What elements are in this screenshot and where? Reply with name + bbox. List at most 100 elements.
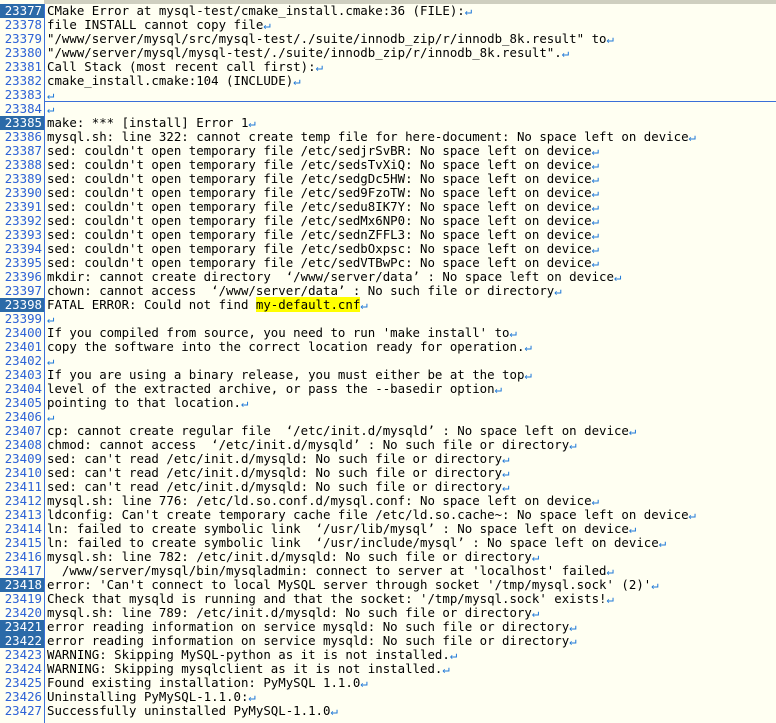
line-number: 23386 — [4, 129, 42, 144]
eol-mark-icon: ↵ — [606, 591, 614, 606]
eol-mark-icon: ↵ — [330, 703, 338, 718]
line-text: mysql.sh: line 789: /etc/init.d/mysqld: … — [47, 605, 540, 620]
line-text: If you compiled from source, you need to… — [47, 325, 517, 340]
editor-line[interactable]: 23419 Check that mysqld is running and th… — [0, 592, 776, 606]
eol-mark-icon: ↵ — [494, 381, 503, 396]
editor-line[interactable]: 23391 sed: couldn't open temporary file /… — [0, 200, 776, 214]
editor-line[interactable]: 23417 /www/server/mysql/bin/mysqladmin: … — [0, 564, 776, 578]
editor-line[interactable]: 23380 "/www/server/mysql/mysql-test/./sui… — [0, 46, 776, 60]
eol-mark-icon: ↵ — [47, 87, 55, 102]
editor-line[interactable]: 23399 ↵ — [0, 312, 776, 326]
eol-mark-icon: ↵ — [47, 353, 55, 368]
line-number: 23396 — [4, 269, 42, 284]
editor-line[interactable]: 23398 FATAL ERROR: Could not find my-defa… — [0, 297, 776, 312]
eol-mark-icon: ↵ — [628, 423, 637, 438]
eol-mark-icon: ↵ — [606, 563, 614, 578]
editor-line[interactable]: 23401 copy the software into the correct … — [0, 340, 776, 354]
line-number: 23410 — [4, 465, 42, 480]
eol-mark-icon: ↵ — [591, 213, 600, 228]
editor-line[interactable]: 23408 chmod: cannot access ‘/etc/init.d/m… — [0, 438, 776, 452]
line-number: 23401 — [4, 339, 42, 354]
editor-line[interactable]: 23409 sed: can't read /etc/init.d/mysqld:… — [0, 452, 776, 466]
line-number: 23422 — [0, 634, 44, 648]
editor-line[interactable]: 23386 mysql.sh: line 322: cannot create t… — [0, 130, 776, 144]
line-text: Check that mysqld is running and that th… — [47, 591, 614, 606]
line-number: 23393 — [4, 227, 42, 242]
editor-line[interactable]: 23387 sed: couldn't open temporary file /… — [0, 144, 776, 158]
editor-line[interactable]: 23382 cmake_install.cmake:104 (INCLUDE)↵ — [0, 74, 776, 88]
line-number: 23419 — [4, 591, 42, 606]
editor-line[interactable]: 23388 sed: couldn't open temporary file /… — [0, 158, 776, 172]
editor-line[interactable]: 23384 ↵ — [0, 102, 776, 116]
editor-line[interactable]: 23411 sed: can't read /etc/init.d/mysqld:… — [0, 480, 776, 494]
editor-line[interactable]: 23425 Found existing installation: PyMySQ… — [0, 676, 776, 690]
line-number: 23381 — [4, 59, 42, 74]
editor-line[interactable]: 23403 If you are using a binary release, … — [0, 368, 776, 382]
line-text: make: *** [install] Error 1↵ — [47, 115, 256, 130]
eol-mark-icon: ↵ — [360, 297, 368, 312]
editor-line[interactable]: 23378 file INSTALL cannot copy file↵ — [0, 18, 776, 32]
editor-line[interactable]: 23423 WARNING: Skipping MySQL-python as i… — [0, 648, 776, 662]
eol-mark-icon: ↵ — [591, 241, 600, 256]
editor-line[interactable]: 23390 sed: couldn't open temporary file /… — [0, 186, 776, 200]
editor-line[interactable]: 23389 sed: couldn't open temporary file /… — [0, 172, 776, 186]
editor-line[interactable]: 23426 Uninstalling PyMySQL-1.1.0:↵ — [0, 690, 776, 704]
line-text: ↵ — [47, 354, 54, 368]
eol-mark-icon: ↵ — [449, 647, 458, 662]
eol-mark-icon: ↵ — [524, 339, 532, 354]
eol-mark-icon: ↵ — [591, 227, 600, 242]
line-text: sed: couldn't open temporary file /etc/s… — [47, 143, 600, 158]
eol-mark-icon: ↵ — [591, 143, 600, 158]
line-text: "/www/server/mysql/src/mysql-test/./suit… — [47, 31, 614, 46]
editor-line[interactable]: 23407 cp: cannot create regular file ‘/et… — [0, 424, 776, 438]
line-number: 23380 — [4, 45, 42, 60]
editor-line[interactable]: 23424 WARNING: Skipping mysqlclient as it… — [0, 662, 776, 676]
line-text: Found existing installation: PyMySQL 1.1… — [47, 675, 368, 690]
editor-line[interactable]: 23383 ↵ — [0, 88, 776, 102]
editor-line[interactable]: 23402 ↵ — [0, 354, 776, 368]
line-number: 23407 — [4, 423, 42, 438]
editor-line[interactable]: 23397 chown: cannot access ‘/www/server/d… — [0, 284, 776, 298]
editor-line[interactable]: 23396 mkdir: cannot create directory ‘/ww… — [0, 270, 776, 284]
editor-line[interactable]: 23427 Successfully uninstalled PyMySQL-1.… — [0, 704, 776, 718]
eol-mark-icon: ↵ — [248, 689, 256, 704]
eol-mark-icon: ↵ — [509, 325, 517, 340]
editor-line[interactable]: 23418 error: 'Can't connect to local MySQ… — [0, 578, 776, 592]
line-text: ↵ — [47, 88, 54, 102]
editor-line[interactable]: 23395 sed: couldn't open temporary file /… — [0, 256, 776, 270]
editor-line[interactable]: 23420 mysql.sh: line 789: /etc/init.d/mys… — [0, 606, 776, 620]
editor-line[interactable]: 23421 error reading information on servic… — [0, 620, 776, 634]
line-text: sed: couldn't open temporary file /etc/s… — [47, 227, 600, 242]
line-number: 23397 — [4, 283, 42, 298]
editor-line[interactable]: 23379 "/www/server/mysql/src/mysql-test/.… — [0, 32, 776, 46]
line-number: 23379 — [4, 31, 42, 46]
editor-line[interactable]: 23377 CMake Error at mysql-test/cmake_ins… — [0, 4, 776, 18]
line-text: ln: failed to create symbolic link ‘/usr… — [47, 535, 667, 550]
eol-mark-icon: ↵ — [658, 535, 667, 550]
editor-line[interactable]: 23385 make: *** [install] Error 1↵ — [0, 116, 776, 130]
line-number: 23399 — [4, 311, 42, 326]
text-editor[interactable]: 23377 CMake Error at mysql-test/cmake_ins… — [0, 0, 776, 723]
editor-line[interactable]: 23412 mysql.sh: line 776: /etc/ld.so.conf… — [0, 494, 776, 508]
editor-line[interactable]: 23414 ln: failed to create symbolic link … — [0, 522, 776, 536]
line-text: cp: cannot create regular file ‘/etc/ini… — [47, 423, 637, 438]
editor-line[interactable]: 23406 ↵ — [0, 410, 776, 424]
editor-line[interactable]: 23400 If you compiled from source, you ne… — [0, 326, 776, 340]
editor-line[interactable]: 23404 level of the extracted archive, or … — [0, 382, 776, 396]
line-number: 23383 — [4, 87, 42, 102]
editor-line[interactable]: 23415 ln: failed to create symbolic link … — [0, 536, 776, 550]
line-text: If you are using a binary release, you m… — [47, 367, 532, 382]
line-number: 23400 — [4, 325, 42, 340]
editor-line[interactable]: 23422 error reading information on servic… — [0, 634, 776, 648]
editor-line[interactable]: 23392 sed: couldn't open temporary file /… — [0, 214, 776, 228]
editor-line[interactable]: 23393 sed: couldn't open temporary file /… — [0, 228, 776, 242]
eol-mark-icon: ↵ — [591, 255, 600, 270]
editor-line[interactable]: 23381 Call Stack (most recent call first)… — [0, 60, 776, 74]
editor-line[interactable]: 23416 mysql.sh: line 782: /etc/init.d/mys… — [0, 550, 776, 564]
editor-line[interactable]: 23405 pointing to that location.↵ — [0, 396, 776, 410]
line-number: 23408 — [4, 437, 42, 452]
editor-line[interactable]: 23410 sed: can't read /etc/init.d/mysqld:… — [0, 466, 776, 480]
search-highlight: my-default.cnf — [255, 297, 361, 312]
editor-line[interactable]: 23413 ldconfig: Can't create temporary ca… — [0, 508, 776, 522]
editor-line[interactable]: 23394 sed: couldn't open temporary file /… — [0, 242, 776, 256]
